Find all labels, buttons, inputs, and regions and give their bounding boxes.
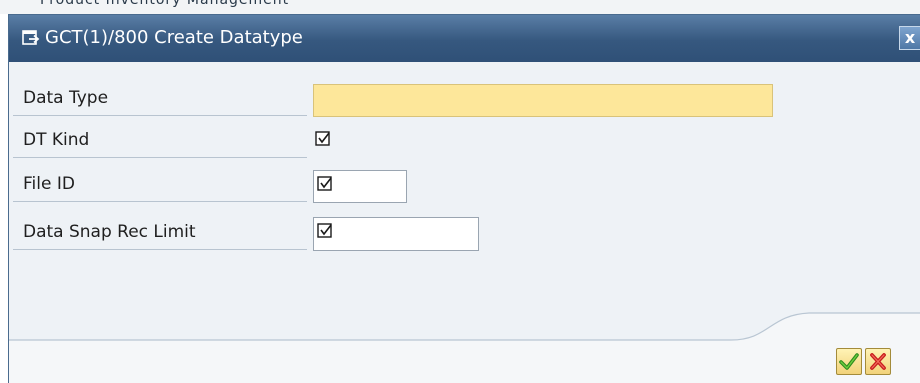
red-x-icon (870, 353, 886, 370)
background-partial-text: Product Inventory Management (40, 0, 290, 8)
create-datatype-dialog: GCT(1)/800 Create Datatype x Data Type D… (8, 14, 920, 383)
cancel-button[interactable] (865, 348, 891, 375)
continue-button[interactable] (836, 348, 862, 375)
background-window-strip: Product Inventory Management (0, 0, 920, 14)
footer-curve-decoration (9, 312, 920, 383)
green-checkmark-icon (839, 353, 859, 370)
